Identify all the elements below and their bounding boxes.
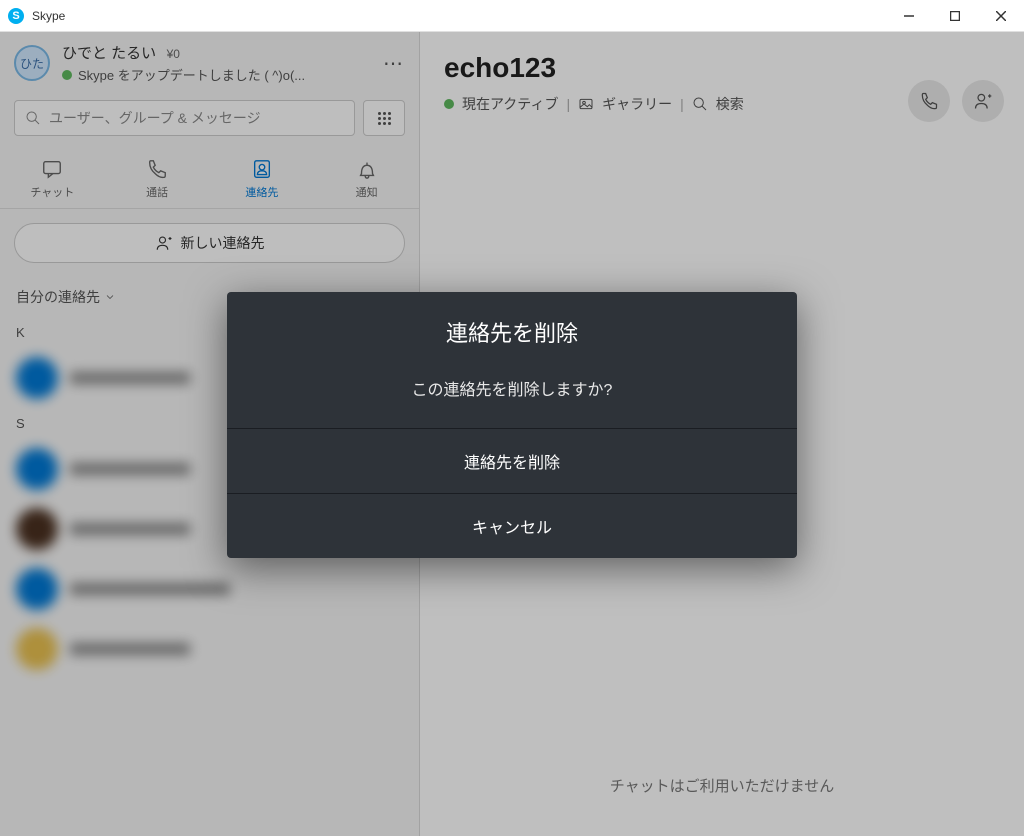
- titlebar: S Skype: [0, 0, 1024, 32]
- modal-overlay[interactable]: 連絡先を削除 この連絡先を削除しますか? 連絡先を削除 キャンセル: [0, 32, 1024, 836]
- skype-logo-icon: S: [8, 8, 24, 24]
- delete-contact-dialog: 連絡先を削除 この連絡先を削除しますか? 連絡先を削除 キャンセル: [227, 292, 797, 558]
- dialog-confirm-button[interactable]: 連絡先を削除: [227, 428, 797, 493]
- window-controls: [886, 0, 1024, 32]
- dialog-title: 連絡先を削除: [227, 292, 797, 356]
- minimize-button[interactable]: [886, 0, 932, 32]
- dialog-cancel-button[interactable]: キャンセル: [227, 493, 797, 558]
- dialog-message: この連絡先を削除しますか?: [227, 356, 797, 428]
- close-button[interactable]: [978, 0, 1024, 32]
- maximize-button[interactable]: [932, 0, 978, 32]
- window-title: Skype: [32, 9, 65, 23]
